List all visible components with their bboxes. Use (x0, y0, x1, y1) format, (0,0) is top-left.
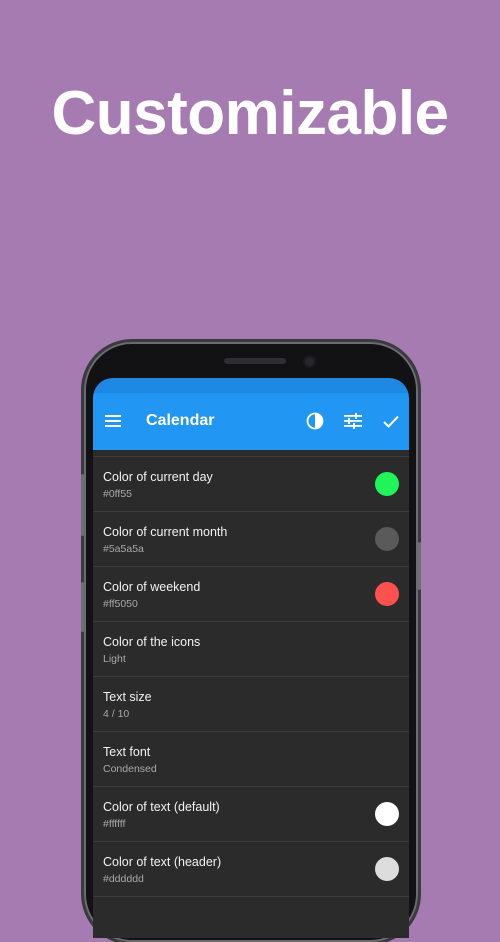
setting-title: Color of current month (103, 525, 228, 539)
setting-title: Text font (103, 745, 151, 759)
setting-icons-color[interactable]: Color of the icons Light (93, 622, 409, 677)
bixby-button (81, 582, 84, 632)
phone-frame: Calendar Color of current day #0ff55 Col… (81, 342, 421, 942)
app-bar: Calendar (93, 393, 409, 450)
setting-current-day-color[interactable]: Color of current day #0ff55 (93, 457, 409, 512)
setting-text-header-color[interactable]: Color of text (header) #dddddd (93, 842, 409, 897)
setting-value: #5a5a5a (103, 543, 144, 555)
color-swatch-current-month[interactable] (375, 527, 399, 551)
tune-icon[interactable] (339, 407, 367, 435)
app-title: Calendar (146, 412, 215, 429)
setting-value: #ff5050 (103, 598, 138, 610)
setting-value: #0ff55 (103, 488, 133, 500)
volume-button (81, 474, 84, 536)
setting-value: Condensed (103, 763, 157, 775)
app-screen: Calendar Color of current day #0ff55 Col… (93, 378, 409, 938)
power-button (418, 542, 421, 590)
promo-headline: Customizable (51, 79, 449, 148)
list-top-divider (93, 450, 409, 457)
setting-title: Color of text (header) (103, 855, 222, 869)
setting-text-default-color[interactable]: Color of text (default) #ffffff (93, 787, 409, 842)
setting-title: Color of text (default) (103, 800, 220, 814)
earpiece-speaker (224, 358, 286, 364)
setting-title: Text size (103, 690, 152, 704)
setting-title: Color of weekend (103, 580, 201, 594)
contrast-icon[interactable] (301, 407, 329, 435)
status-bar (93, 378, 409, 393)
menu-icon[interactable] (99, 407, 127, 435)
front-camera (305, 357, 314, 366)
setting-value: #dddddd (103, 873, 144, 885)
setting-text-size[interactable]: Text size 4 / 10 (93, 677, 409, 732)
setting-value: #ffffff (103, 818, 126, 830)
color-swatch-weekend[interactable] (375, 582, 399, 606)
setting-title: Color of current day (103, 470, 213, 484)
color-swatch-text-default[interactable] (375, 802, 399, 826)
color-swatch-text-header[interactable] (375, 857, 399, 881)
setting-text-font[interactable]: Text font Condensed (93, 732, 409, 787)
setting-title: Color of the icons (103, 635, 201, 649)
check-icon[interactable] (377, 407, 405, 435)
color-swatch-current-day[interactable] (375, 472, 399, 496)
setting-value: Light (103, 653, 126, 665)
setting-weekend-color[interactable]: Color of weekend #ff5050 (93, 567, 409, 622)
setting-current-month-color[interactable]: Color of current month #5a5a5a (93, 512, 409, 567)
setting-value: 4 / 10 (103, 708, 130, 720)
